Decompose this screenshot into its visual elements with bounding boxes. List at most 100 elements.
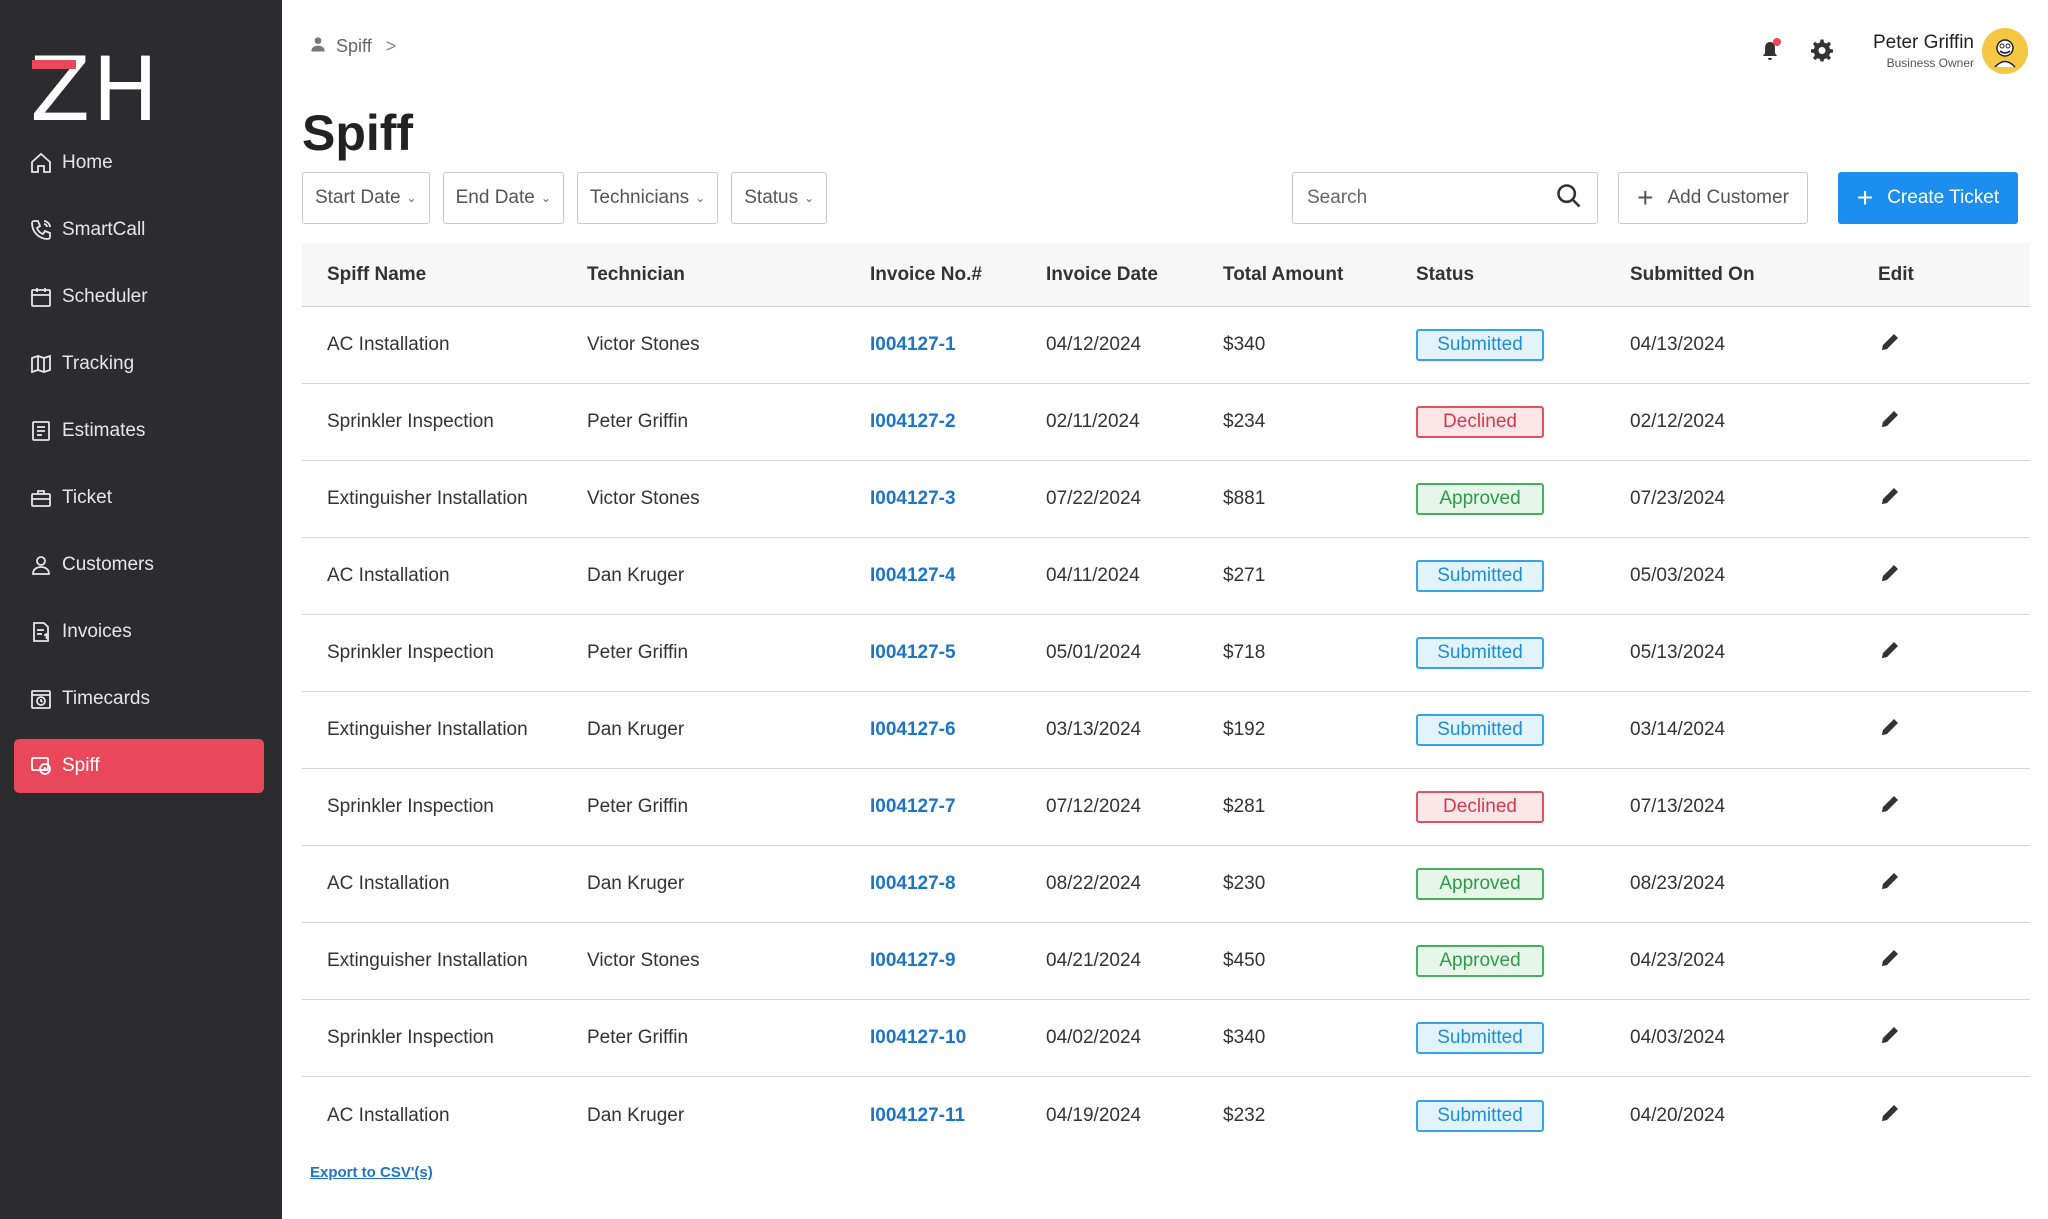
sidebar-item-smartcall[interactable]: SmartCall: [14, 203, 264, 257]
invoice-date: 02/11/2024: [1046, 411, 1140, 432]
edit-pencil-icon[interactable]: [1878, 561, 1902, 585]
invoice-link[interactable]: I004127-1: [870, 334, 956, 355]
edit-pencil-icon[interactable]: [1878, 330, 1902, 354]
sidebar-item-label: Ticket: [62, 487, 112, 508]
table-row: AC Installation Dan Kruger I004127-4 04/11/…: [302, 538, 2030, 615]
map-icon: [28, 351, 54, 377]
edit-pencil-icon[interactable]: [1878, 638, 1902, 662]
sidebar-item-spiff[interactable]: Spiff: [14, 739, 264, 793]
gear-icon[interactable]: [1807, 36, 1837, 66]
invoice-date: 04/12/2024: [1046, 334, 1142, 355]
status-badge: Submitted: [1416, 637, 1544, 669]
invoice-date: 04/02/2024: [1046, 1027, 1142, 1048]
invoice-link[interactable]: I004127-4: [870, 565, 956, 586]
filter-label: Status: [744, 187, 799, 208]
spiff-name: AC Installation: [327, 1104, 450, 1126]
user-name: Peter Griffin: [1872, 32, 1974, 53]
start-date-filter[interactable]: Start Date ⌄: [302, 172, 430, 224]
technician-name: Dan Kruger: [587, 1104, 685, 1126]
edit-pencil-icon[interactable]: [1878, 407, 1902, 431]
invoice-link[interactable]: I004127-7: [870, 796, 956, 817]
table-row: Extinguisher Installation Victor Stones I0…: [302, 461, 2030, 538]
sidebar-item-scheduler[interactable]: Scheduler: [14, 270, 264, 324]
column-header-edit: Edit: [1878, 263, 1914, 285]
submitted-on-date: 03/14/2024: [1630, 719, 1726, 740]
invoice-link[interactable]: I004127-5: [870, 642, 956, 663]
edit-pencil-icon[interactable]: [1878, 1023, 1902, 1047]
user-info[interactable]: Peter Griffin Business Owner: [1873, 32, 1974, 70]
sidebar-item-label: Estimates: [62, 420, 146, 441]
status-badge: Submitted: [1416, 714, 1544, 746]
spiff-name: Extinguisher Installation: [327, 488, 528, 509]
total-amount: $271: [1223, 565, 1266, 586]
invoice-link[interactable]: I004127-11: [870, 1105, 965, 1126]
sidebar-item-estimates[interactable]: Estimates: [14, 404, 264, 458]
sidebar-item-label: Spiff: [62, 755, 100, 776]
table-row: Sprinkler Inspection Peter Griffin I004127…: [302, 769, 2030, 846]
invoice-link[interactable]: I004127-6: [870, 719, 956, 740]
spiff-name: Sprinkler Inspection: [327, 642, 494, 663]
column-header-invoice-no: Invoice No.#: [870, 263, 982, 285]
chevron-down-icon: ⌄: [695, 191, 706, 205]
invoice-link[interactable]: I004127-3: [870, 488, 956, 509]
sidebar-item-timecards[interactable]: Timecards: [14, 672, 264, 726]
document-icon: [28, 418, 54, 444]
table-row: AC Installation Victor Stones I004127-1 04/…: [302, 307, 2030, 384]
edit-pencil-icon[interactable]: [1878, 946, 1902, 970]
spiff-name: Extinguisher Installation: [327, 950, 528, 971]
notification-bell-icon[interactable]: [1755, 36, 1785, 66]
edit-pencil-icon[interactable]: [1878, 1101, 1902, 1125]
home-icon: [28, 150, 54, 176]
invoice-link[interactable]: I004127-9: [870, 950, 956, 971]
sidebar-item-label: Home: [62, 152, 113, 173]
technician-name: Peter Griffin: [587, 1027, 689, 1048]
status-filter[interactable]: Status ⌄: [731, 172, 828, 224]
logo: ZH: [30, 46, 158, 134]
sidebar-item-home[interactable]: Home: [14, 136, 264, 190]
submitted-on-date: 02/12/2024: [1630, 411, 1726, 432]
edit-pencil-icon[interactable]: [1878, 715, 1902, 739]
sidebar-item-tracking[interactable]: Tracking: [14, 337, 264, 391]
filter-label: End Date: [455, 187, 535, 208]
sidebar-item-ticket[interactable]: Ticket: [14, 471, 264, 525]
breadcrumb: Spiff >: [308, 34, 396, 59]
technicians-filter[interactable]: Technicians ⌄: [576, 172, 719, 224]
filter-label: Start Date: [315, 187, 401, 208]
total-amount: $340: [1223, 1027, 1266, 1048]
search-input[interactable]: [1307, 187, 1555, 209]
timecard-icon: [28, 686, 54, 712]
submitted-on-date: 04/03/2024: [1630, 1027, 1726, 1048]
end-date-filter[interactable]: End Date ⌄: [442, 172, 564, 224]
invoice-date: 04/19/2024: [1046, 1104, 1142, 1126]
avatar[interactable]: [1982, 28, 2028, 74]
table-header: Spiff Name Technician Invoice No.# Invoi…: [302, 243, 2030, 307]
invoice-link[interactable]: I004127-8: [870, 873, 956, 894]
logo-accent-bar: [32, 60, 76, 69]
sidebar-item-invoices[interactable]: Invoices: [14, 605, 264, 659]
technician-name: Dan Kruger: [587, 873, 685, 894]
total-amount: $230: [1223, 873, 1266, 894]
technician-name: Peter Griffin: [587, 411, 689, 432]
create-ticket-button[interactable]: + Create Ticket: [1838, 172, 2018, 224]
search-icon[interactable]: [1555, 182, 1583, 215]
invoice-link[interactable]: I004127-2: [870, 411, 956, 432]
technician-name: Peter Griffin: [587, 642, 689, 663]
spiff-name: Sprinkler Inspection: [327, 411, 494, 432]
technician-name: Peter Griffin: [587, 796, 689, 817]
sidebar-item-customers[interactable]: Customers: [14, 538, 264, 592]
edit-pencil-icon[interactable]: [1878, 792, 1902, 816]
calendar-icon: [28, 284, 54, 310]
submitted-on-date: 07/23/2024: [1630, 488, 1726, 509]
edit-pencil-icon[interactable]: [1878, 484, 1902, 508]
breadcrumb-item[interactable]: Spiff: [336, 36, 372, 57]
invoice-link[interactable]: I004127-10: [870, 1027, 966, 1048]
spiff-name: Sprinkler Inspection: [327, 796, 494, 817]
create-ticket-label: Create Ticket: [1887, 187, 2000, 208]
export-csv-link[interactable]: Export to CSV'(s): [310, 1164, 433, 1181]
add-customer-button[interactable]: + Add Customer: [1618, 172, 1808, 224]
user-role: Business Owner: [1886, 56, 1974, 70]
column-header-status: Status: [1416, 263, 1475, 285]
notification-dot: [1772, 38, 1781, 46]
total-amount: $881: [1223, 488, 1266, 509]
edit-pencil-icon[interactable]: [1878, 869, 1902, 893]
